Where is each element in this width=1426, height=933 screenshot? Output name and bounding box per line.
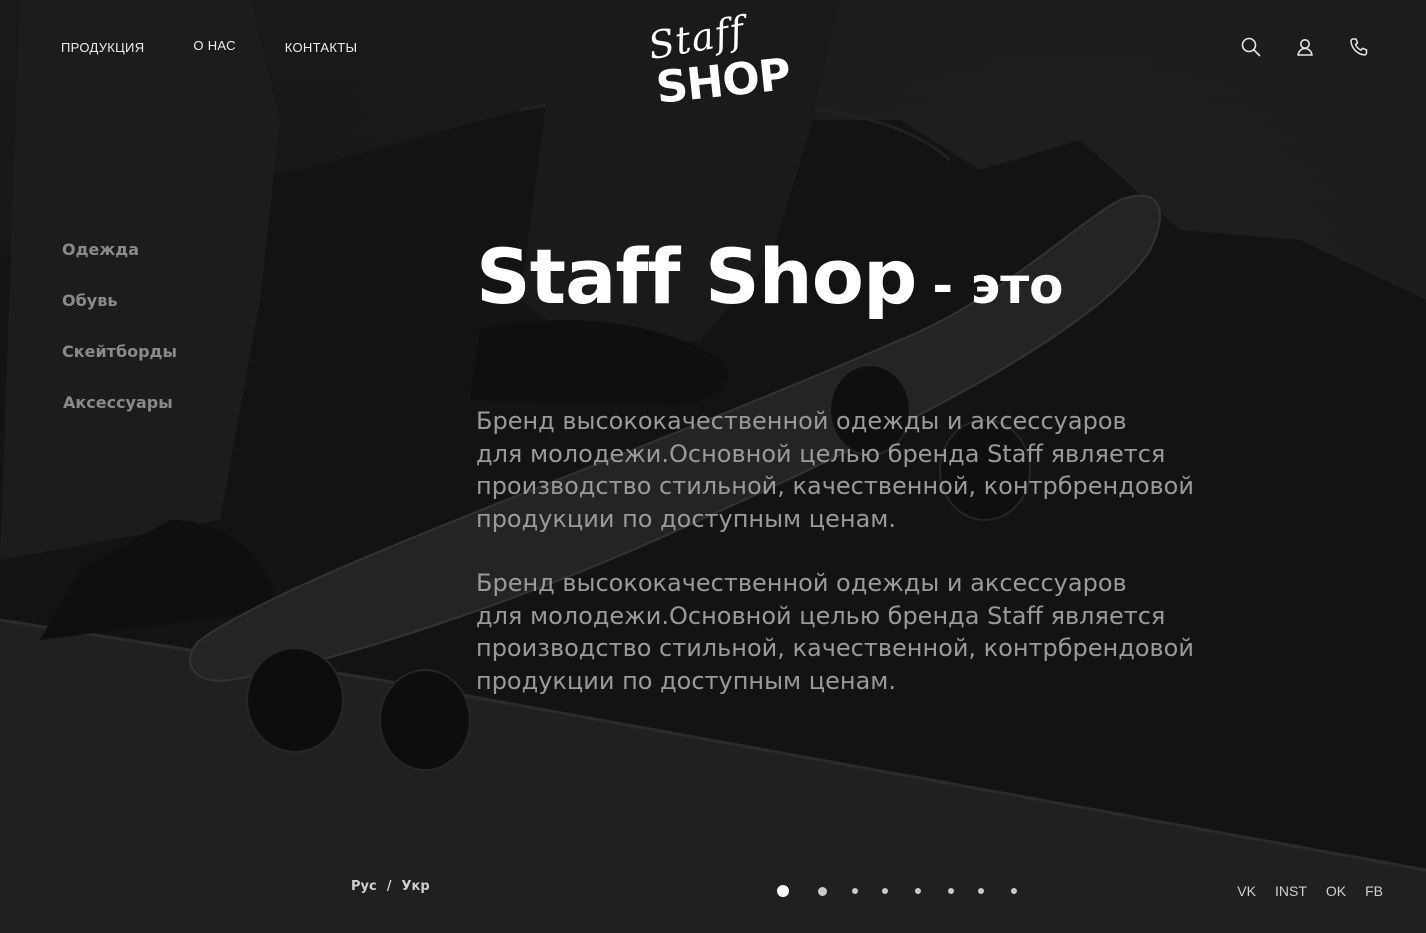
slider-dot[interactable] <box>915 888 921 894</box>
paragraph-line: продукции по доступным ценам. <box>476 504 897 533</box>
nav-item-about[interactable]: О НАС <box>193 38 235 53</box>
language-ru[interactable]: Рус <box>351 879 377 894</box>
phone-icon[interactable] <box>1348 36 1370 58</box>
header-actions <box>1240 36 1370 58</box>
language-uk[interactable]: Укр <box>401 879 429 894</box>
nav-item-products[interactable]: ПРОДУКЦИЯ <box>61 40 144 55</box>
user-icon[interactable] <box>1294 36 1316 58</box>
social-links: VK INST OK FB <box>1237 883 1383 899</box>
slider-dot[interactable] <box>777 885 789 897</box>
paragraph-line: продукции по доступным ценам. <box>476 666 897 695</box>
slider-dot[interactable] <box>1011 888 1017 894</box>
side-menu-item-clothes[interactable]: Одежда <box>62 240 177 291</box>
side-menu: Одежда Обувь Скейтборды Аксессуары <box>62 240 177 444</box>
paragraph-line: для молодежи.Основной целью бренда Staff… <box>476 601 1166 630</box>
nav-item-contacts[interactable]: КОНТАКТЫ <box>285 40 358 55</box>
slider-dot[interactable] <box>882 888 888 894</box>
social-ok[interactable]: OK <box>1326 883 1346 899</box>
top-nav: ПРОДУКЦИЯ О НАС КОНТАКТЫ <box>61 38 358 55</box>
social-vk[interactable]: VK <box>1237 883 1256 899</box>
paragraph-line: Бренд высококачественной одежды и аксесс… <box>476 407 1127 435</box>
side-menu-item-shoes[interactable]: Обувь <box>62 291 177 342</box>
search-icon[interactable] <box>1240 36 1262 58</box>
hero-title-main: Staff Shop <box>476 232 917 321</box>
hero-title: Staff Shop - это <box>476 232 1064 321</box>
slider-dot[interactable] <box>948 888 954 894</box>
slider-dot[interactable] <box>978 888 984 894</box>
paragraph-line: для молодежи.Основной целью бренда Staff… <box>476 439 1166 468</box>
language-separator: / <box>386 879 392 894</box>
logo[interactable]: Staff SHOP <box>644 8 793 114</box>
slider-pagination <box>777 884 1027 898</box>
slider-dot[interactable] <box>852 888 858 894</box>
social-inst[interactable]: INST <box>1275 883 1307 899</box>
paragraph-line: производство стильной, качественной, кон… <box>476 634 1194 662</box>
hero-title-suffix: - это <box>932 257 1064 315</box>
social-fb[interactable]: FB <box>1365 883 1383 899</box>
hero-paragraph: Бренд высококачественной одежды и аксесс… <box>476 405 1196 535</box>
paragraph-line: Бренд высококачественной одежды и аксесс… <box>476 569 1127 597</box>
slider-dot[interactable] <box>817 886 827 896</box>
side-menu-item-accessories[interactable]: Аксессуары <box>63 393 177 444</box>
side-menu-item-skateboards[interactable]: Скейтборды <box>62 342 177 393</box>
hero-paragraph: Бренд высококачественной одежды и аксесс… <box>476 567 1196 697</box>
paragraph-line: производство стильной, качественной, кон… <box>476 472 1194 500</box>
language-switcher: Рус / Укр <box>351 879 430 894</box>
